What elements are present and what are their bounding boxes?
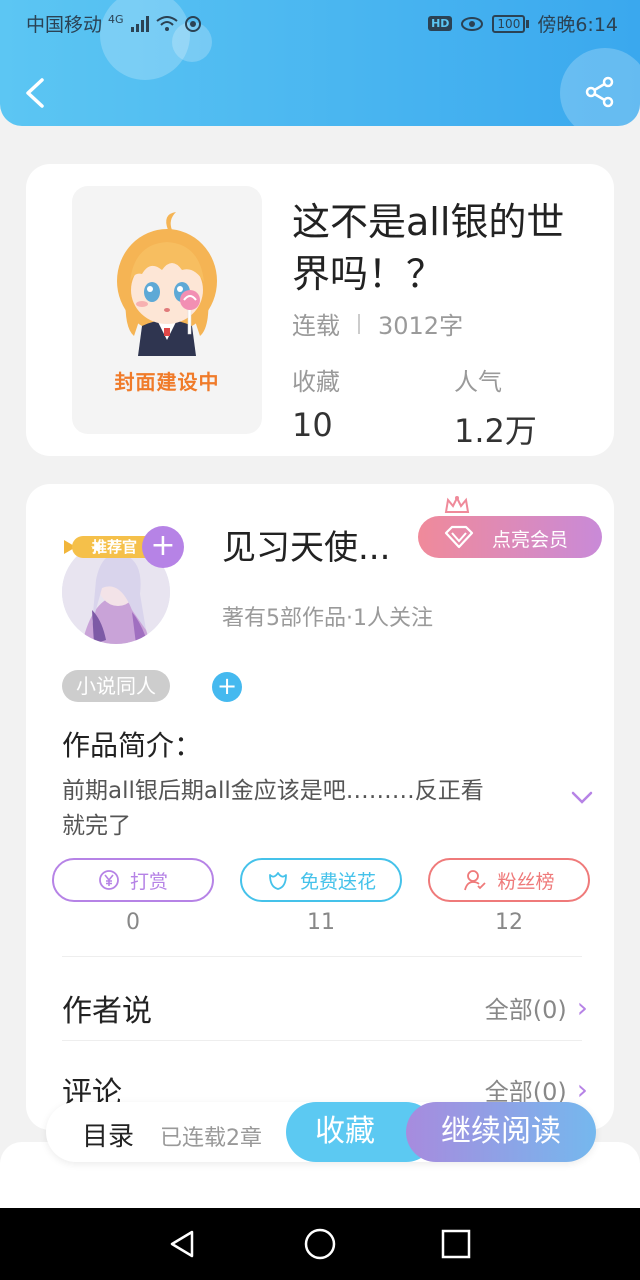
book-info-card: 封面建设中 这不是all银的世界吗！？ 连载 3012字 收藏 10 人气 1.… — [26, 164, 614, 456]
tip-count: 0 — [126, 910, 140, 935]
follow-author-button[interactable]: + — [142, 526, 184, 568]
intro-text: 前期all银后期all金应该是吧………反正看就完了 — [62, 778, 484, 839]
divider — [62, 1040, 582, 1041]
crown-icon — [444, 496, 470, 513]
author-says-all-label: 全部(0) — [484, 996, 567, 1024]
book-title: 这不是all银的世界吗！？ — [292, 200, 565, 296]
favorite-button-label: 收藏 — [315, 1114, 375, 1149]
flower-count: 11 — [307, 910, 335, 935]
bottom-action-bar: 目录 已连载2章 收藏 继续阅读 — [46, 1102, 596, 1162]
favorites-label: 收藏 — [292, 368, 340, 396]
carrier-label: 中国移动 — [26, 14, 103, 36]
vip-button-label: 点亮会员 — [492, 529, 569, 551]
fan-count: 12 — [495, 910, 523, 935]
nav-back-icon[interactable] — [164, 1226, 200, 1262]
back-button[interactable] — [22, 76, 50, 110]
intro-title: 作品简介： — [62, 729, 203, 762]
battery-indicator: 100 — [492, 14, 530, 33]
book-status: 连载 — [292, 312, 340, 340]
cover-illustration — [117, 212, 217, 356]
recommender-badge-label: 推荐官 — [92, 538, 138, 556]
chevron-right-icon: › — [576, 1073, 588, 1106]
send-flower-button[interactable]: 免费送花 — [240, 858, 402, 902]
nfc-icon — [184, 15, 201, 32]
hd-badge: HD — [428, 16, 453, 31]
favorites-value: 10 — [292, 406, 333, 444]
divider — [62, 956, 582, 957]
cover-label: 封面建设中 — [114, 370, 220, 394]
author-says-title: 作者说 — [62, 994, 152, 1029]
popularity-label: 人气 — [454, 368, 502, 396]
popularity-value: 1.2万 — [454, 412, 537, 450]
chevron-right-icon: › — [576, 991, 588, 1024]
author-says-all-link[interactable]: 全部(0) › — [485, 990, 588, 1025]
battery-cap — [526, 19, 530, 28]
flower-icon — [269, 872, 287, 890]
system-nav-bar — [0, 1208, 640, 1280]
details-card: ★ 推荐官 + 见习天使... 著有5部作品·1人关注 点亮会员 小说同人 + … — [26, 484, 614, 1130]
eye-icon — [461, 16, 484, 31]
battery-level: 100 — [492, 14, 526, 33]
top-header: 中国移动 4G HD 100 傍晚6:14 — [0, 0, 640, 126]
user-icon — [464, 870, 487, 891]
continue-reading-button[interactable]: 继续阅读 — [406, 1102, 596, 1162]
category-tag[interactable]: 小说同人 — [62, 670, 170, 702]
wifi-icon — [155, 15, 178, 31]
tip-label: 打赏 — [129, 870, 168, 893]
nav-recents-icon[interactable] — [438, 1226, 474, 1262]
meta-divider — [358, 313, 360, 334]
fan-ranking-button[interactable]: 粉丝榜 — [428, 858, 590, 902]
chapter-count: 已连载2章 — [160, 1126, 262, 1151]
share-button[interactable] — [584, 76, 616, 108]
signal-icon — [130, 15, 149, 32]
status-bar: 中国移动 4G HD 100 傍晚6:14 — [0, 0, 640, 44]
author-name[interactable]: 见习天使... — [222, 520, 390, 569]
author-info: 著有5部作品·1人关注 — [222, 606, 433, 631]
book-word-count: 3012字 — [378, 312, 464, 340]
nav-home-icon[interactable] — [302, 1226, 338, 1262]
vip-button[interactable]: 点亮会员 — [418, 516, 602, 558]
yen-icon — [99, 870, 119, 890]
book-meta: 连载 3012字 — [292, 306, 463, 341]
expand-chevron-icon[interactable] — [570, 790, 594, 806]
send-flower-label: 免费送花 — [299, 870, 376, 893]
toc-button[interactable]: 目录 — [82, 1116, 134, 1153]
add-tag-button[interactable]: + — [212, 672, 242, 702]
book-cover[interactable]: 封面建设中 — [72, 186, 262, 434]
status-time: 傍晚6:14 — [537, 14, 618, 36]
diamond-icon — [444, 525, 474, 549]
tip-button[interactable]: 打赏 — [52, 858, 214, 902]
fan-ranking-label: 粉丝榜 — [497, 870, 555, 893]
network-label: 4G — [108, 13, 124, 26]
